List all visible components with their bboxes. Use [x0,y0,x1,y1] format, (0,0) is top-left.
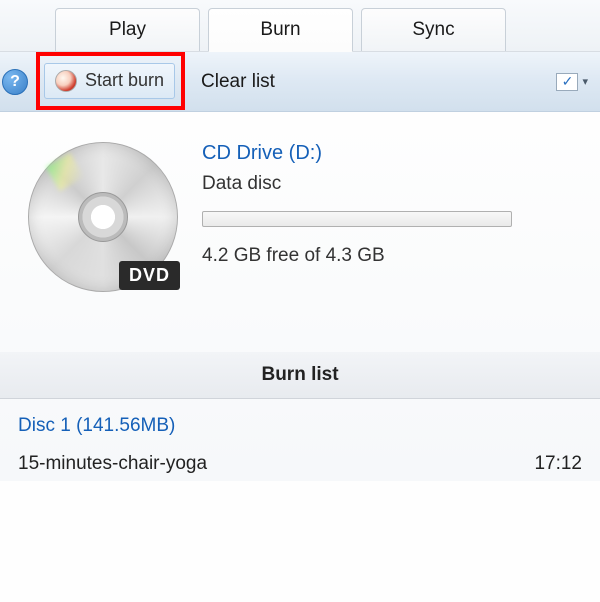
drive-info: CD Drive (D:) Data disc 4.2 GB free of 4… [202,142,572,292]
clear-list-button[interactable]: Clear list [189,65,287,99]
item-name: 15-minutes-chair-yoga [18,453,207,475]
drive-type: Data disc [202,173,572,195]
start-burn-button[interactable]: Start burn [44,63,175,99]
item-duration: 17:12 [534,453,582,475]
burn-options-button[interactable]: ✓ ▾ [556,73,588,91]
help-icon[interactable]: ? [2,69,28,95]
checkmark-icon: ✓ [556,73,578,91]
burn-disc-icon [55,70,77,92]
disc-label[interactable]: Disc 1 (141.56MB) [10,399,590,447]
drive-title[interactable]: CD Drive (D:) [202,142,572,165]
capacity-bar [202,211,512,227]
dvd-disc-icon: DVD [28,142,178,292]
tab-bar: Play Burn Sync [0,0,600,52]
burn-list-header: Burn list [0,352,600,399]
tab-sync[interactable]: Sync [361,8,506,51]
tab-play[interactable]: Play [55,8,200,51]
start-burn-label: Start burn [85,70,164,91]
drive-section: DVD CD Drive (D:) Data disc 4.2 GB free … [10,132,590,322]
media-label: DVD [119,261,180,290]
tab-burn[interactable]: Burn [208,8,353,52]
toolbar: ? Start burn Clear list ✓ ▾ [0,52,600,112]
chevron-down-icon: ▾ [582,75,588,88]
start-burn-highlight: Start burn [36,52,185,110]
burn-panel: DVD CD Drive (D:) Data disc 4.2 GB free … [0,112,600,481]
drive-free-space: 4.2 GB free of 4.3 GB [202,245,572,267]
list-item[interactable]: 15-minutes-chair-yoga 17:12 [10,447,590,481]
